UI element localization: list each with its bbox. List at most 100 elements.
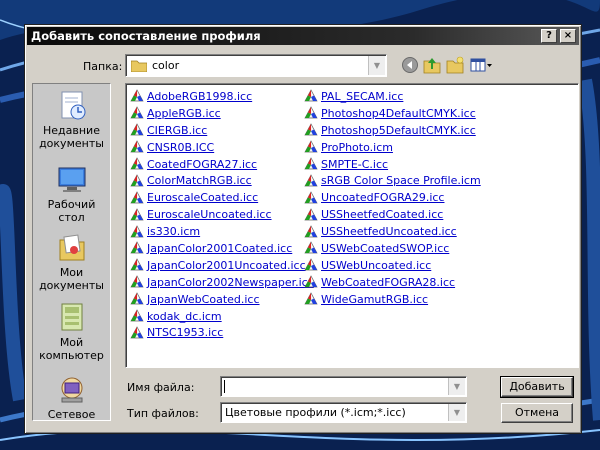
color-profile-icon — [130, 140, 144, 153]
color-profile-icon — [304, 207, 318, 221]
view-menu-icon[interactable] — [470, 56, 494, 74]
file-name: JapanColor2002Newspaper.icc — [147, 275, 314, 289]
color-profile-icon — [304, 140, 318, 153]
place-label: Рабочий стол — [47, 198, 96, 224]
filename-input[interactable]: ▼ — [220, 376, 467, 397]
filetype-value: Цветовые профили (*.icm;*.icc) — [225, 406, 406, 419]
folder-value: color — [152, 59, 180, 72]
folder-combo[interactable]: color ▼ — [125, 54, 387, 77]
place-my-computer[interactable]: Мой компьютер — [33, 302, 110, 362]
file-item[interactable]: CNSR0B.ICC — [130, 139, 314, 156]
color-profile-icon — [130, 89, 144, 102]
cancel-button[interactable]: Отмена — [501, 403, 573, 423]
place-network[interactable]: Сетевое — [33, 374, 110, 421]
file-item[interactable]: is330.icm — [130, 223, 314, 240]
file-item[interactable]: JapanColor2002Newspaper.icc — [130, 274, 314, 291]
chevron-down-icon[interactable]: ▼ — [368, 56, 385, 75]
file-item[interactable]: AppleRGB.icc — [130, 105, 314, 122]
file-item[interactable]: ProPhoto.icm — [304, 139, 481, 156]
file-item[interactable]: WideGamutRGB.icc — [304, 291, 481, 308]
chevron-down-icon[interactable]: ▼ — [448, 404, 465, 421]
file-name: kodak_dc.icm — [147, 309, 222, 323]
file-item[interactable]: USWebCoatedSWOP.icc — [304, 240, 481, 257]
file-item[interactable]: AdobeRGB1998.icc — [130, 88, 314, 105]
file-item[interactable]: WebCoatedFOGRA28.icc — [304, 274, 481, 291]
file-name: USSheetfedCoated.icc — [321, 208, 444, 222]
place-label: Мои документы — [39, 266, 104, 292]
color-profile-icon — [130, 106, 144, 119]
color-profile-icon — [130, 258, 144, 271]
file-item[interactable]: JapanWebCoated.icc — [130, 291, 314, 308]
place-desktop[interactable]: Рабочий стол — [33, 164, 110, 224]
file-item[interactable]: NTSC1953.icc — [130, 324, 314, 341]
add-profile-dialog: Добавить сопоставление профиля ? × Папка… — [24, 24, 582, 434]
file-item[interactable]: SMPTE-C.icc — [304, 156, 481, 173]
file-name: CoatedFOGRA27.icc — [147, 157, 258, 171]
file-item[interactable]: ColorMatchRGB.icc — [130, 172, 314, 189]
chevron-down-icon[interactable]: ▼ — [448, 378, 465, 395]
file-item[interactable]: Photoshop5DefaultCMYK.icc — [304, 122, 481, 139]
help-button[interactable]: ? — [541, 29, 557, 43]
file-name: USWebUncoated.icc — [321, 258, 432, 272]
file-item[interactable]: USWebUncoated.icc — [304, 257, 481, 274]
file-name: ProPhoto.icm — [321, 140, 393, 154]
file-name: JapanWebCoated.icc — [147, 292, 260, 306]
file-name: AdobeRGB1998.icc — [147, 89, 253, 103]
file-name: CNSR0B.ICC — [147, 140, 215, 154]
back-icon[interactable] — [401, 56, 419, 74]
color-profile-icon — [130, 275, 144, 288]
file-item[interactable]: UncoatedFOGRA29.icc — [304, 189, 481, 206]
file-name: EuroscaleUncoated.icc — [147, 208, 272, 222]
title-bar: Добавить сопоставление профиля ? × — [27, 27, 579, 45]
new-folder-icon[interactable] — [446, 56, 464, 74]
place-label: Недавние документы — [39, 124, 104, 150]
file-name: sRGB Color Space Profile.icm — [321, 174, 481, 188]
file-name: SMPTE-C.icc — [321, 157, 389, 171]
filetype-select[interactable]: Цветовые профили (*.icm;*.icc) ▼ — [220, 402, 467, 423]
file-item[interactable]: CIERGB.icc — [130, 122, 314, 139]
add-button[interactable]: Добавить — [500, 376, 574, 398]
file-name: USWebCoatedSWOP.icc — [321, 241, 450, 255]
file-name: CIERGB.icc — [147, 123, 208, 137]
folder-icon — [131, 60, 147, 72]
my-computer-icon — [61, 303, 82, 331]
file-name: JapanColor2001Uncoated.icc — [147, 258, 306, 272]
color-profile-icon — [304, 258, 318, 271]
file-item[interactable]: Photoshop4DefaultCMYK.icc — [304, 105, 481, 122]
color-profile-icon — [304, 292, 318, 305]
up-folder-icon[interactable] — [423, 56, 441, 74]
file-item[interactable]: USSheetfedUncoated.icc — [304, 223, 481, 240]
my-documents-icon — [59, 234, 84, 261]
color-profile-icon — [130, 157, 144, 170]
file-name: ColorMatchRGB.icc — [147, 174, 252, 188]
file-item[interactable]: sRGB Color Space Profile.icm — [304, 172, 481, 189]
filename-label: Имя файла: — [127, 381, 195, 394]
desktop-icon — [58, 167, 85, 192]
place-recent-documents[interactable]: Недавние документы — [33, 90, 110, 150]
file-name: is330.icm — [147, 225, 201, 239]
file-item[interactable]: EuroscaleCoated.icc — [130, 189, 314, 206]
file-column: PAL_SECAM.icc Photoshop4DefaultCMYK.icc Ph… — [304, 88, 481, 308]
file-item[interactable]: CoatedFOGRA27.icc — [130, 156, 314, 173]
place-my-documents[interactable]: Мои документы — [33, 232, 110, 292]
file-name: USSheetfedUncoated.icc — [321, 225, 457, 239]
file-name: UncoatedFOGRA29.icc — [321, 191, 445, 205]
color-profile-icon — [130, 224, 144, 237]
file-item[interactable]: JapanColor2001Coated.icc — [130, 240, 314, 257]
file-name: JapanColor2001Coated.icc — [147, 241, 293, 255]
color-profile-icon — [304, 241, 318, 254]
file-item[interactable]: PAL_SECAM.icc — [304, 88, 481, 105]
file-name: EuroscaleCoated.icc — [147, 191, 259, 205]
close-button[interactable]: × — [560, 29, 576, 43]
file-item[interactable]: USSheetfedCoated.icc — [304, 206, 481, 223]
file-item[interactable]: kodak_dc.icm — [130, 308, 314, 325]
file-item[interactable]: EuroscaleUncoated.icc — [130, 206, 314, 223]
color-profile-icon — [130, 174, 144, 187]
file-item[interactable]: JapanColor2001Uncoated.icc — [130, 257, 314, 274]
recent-documents-icon — [61, 91, 85, 120]
file-column: AdobeRGB1998.icc AppleRGB.icc CIERGB.icc CN… — [130, 88, 314, 341]
filetype-label: Тип файлов: — [127, 407, 199, 420]
place-label: Мой компьютер — [39, 336, 104, 362]
file-name: WebCoatedFOGRA28.icc — [321, 275, 456, 289]
file-name: Photoshop5DefaultCMYK.icc — [321, 123, 476, 137]
